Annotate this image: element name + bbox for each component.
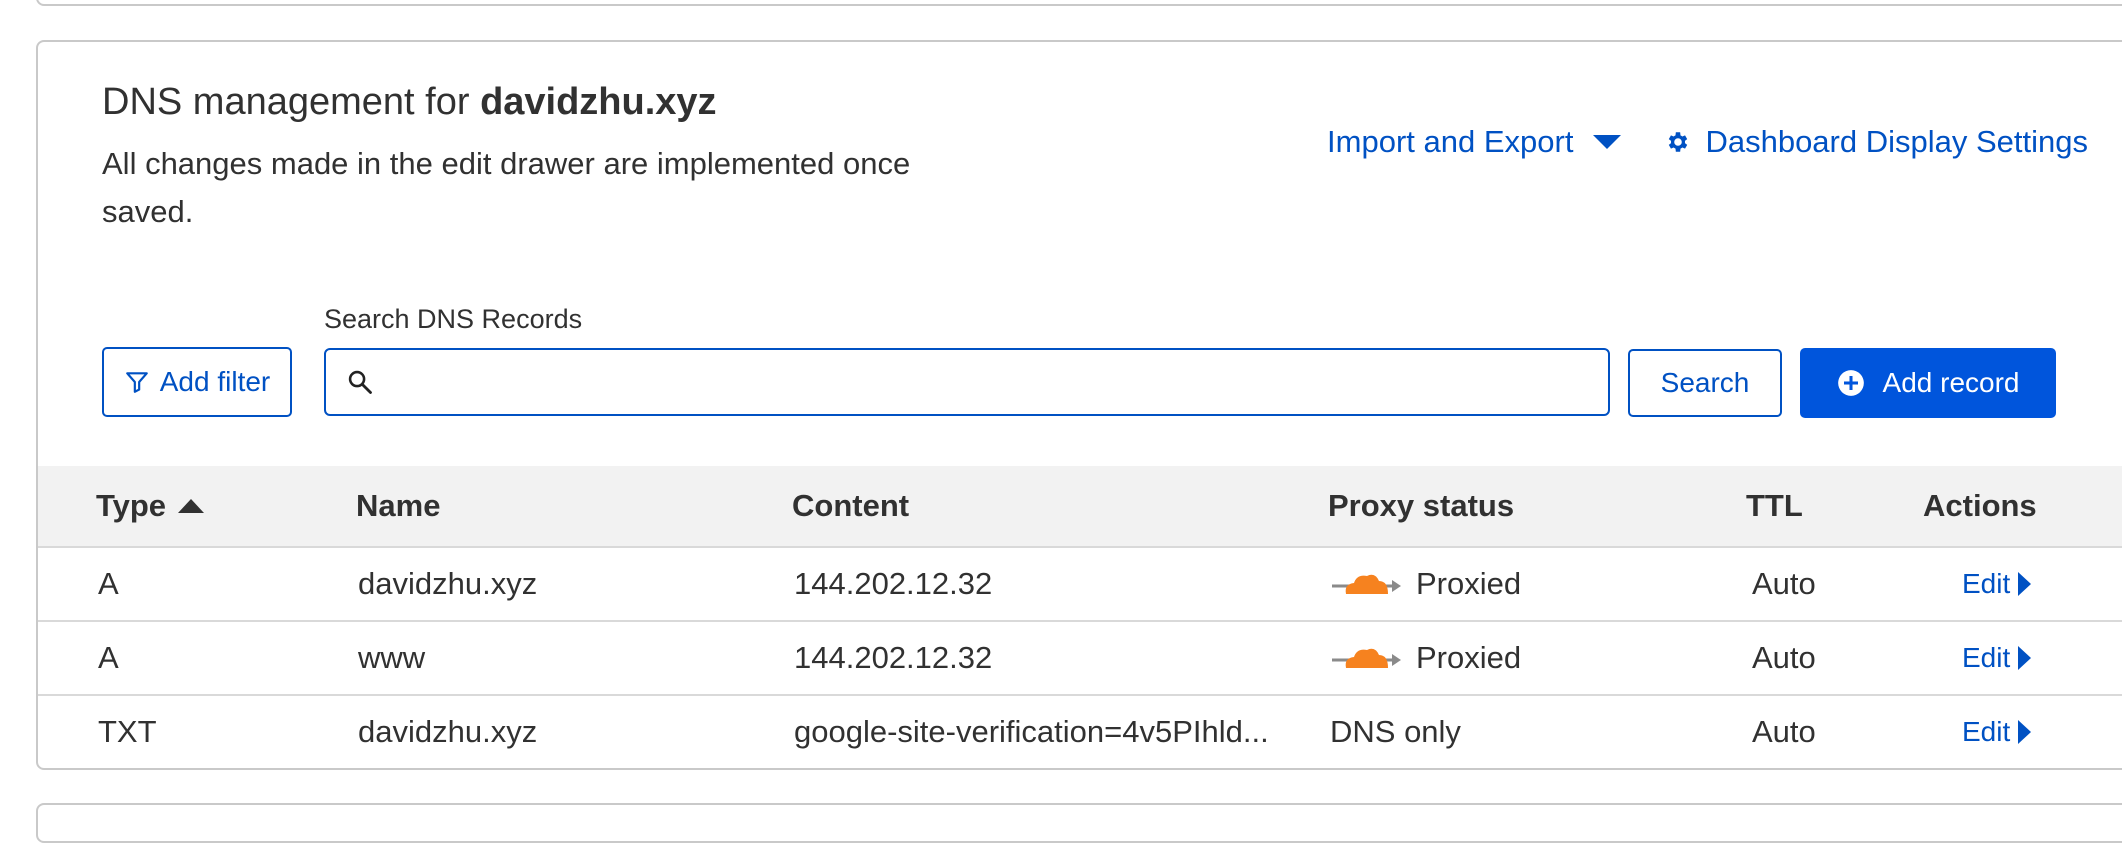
search-label: Search DNS Records — [324, 304, 583, 334]
sort-ascending-icon — [178, 499, 205, 513]
record-proxy-status: Proxied — [1330, 548, 1521, 620]
edit-record-button[interactable]: Edit — [1962, 548, 2032, 620]
table-row: TXT davidzhu.xyz google-site-verificatio… — [38, 696, 2122, 768]
edit-record-button[interactable]: Edit — [1962, 696, 2032, 768]
record-type: A — [98, 566, 119, 601]
page-subtitle: All changes made in the edit drawer are … — [102, 146, 911, 229]
funnel-icon — [125, 372, 148, 393]
record-ttl: Auto — [1752, 640, 1816, 675]
dns-records-table: Type Name Content Proxy status TTL Actio… — [38, 466, 2122, 768]
add-filter-button[interactable]: Add filter — [102, 347, 292, 417]
caret-down-icon — [1593, 135, 1622, 149]
gear-icon — [1669, 132, 1688, 152]
search-button[interactable]: Search — [1628, 349, 1782, 417]
table-row: A www 144.202.12.32 Proxied Auto Edit — [38, 622, 2122, 696]
table-header: Type Name Content Proxy status TTL Actio… — [38, 466, 2122, 548]
previous-card — [36, 0, 2122, 6]
search-input[interactable] — [388, 350, 1608, 414]
chevron-right-icon — [2018, 646, 2032, 670]
table-row: A davidzhu.xyz 144.202.12.32 Proxied Aut… — [38, 548, 2122, 622]
record-proxy-status: DNS only — [1330, 714, 1461, 749]
record-content: google-site-verification=4v5PIhld... — [794, 714, 1269, 749]
header-actions: Import and Export Dashboard Display Sett… — [1327, 124, 2088, 160]
record-ttl: Auto — [1752, 714, 1816, 749]
record-content: 144.202.12.32 — [794, 566, 993, 601]
column-header-actions: Actions — [1923, 488, 2037, 523]
edit-record-button[interactable]: Edit — [1962, 622, 2032, 694]
record-content: 144.202.12.32 — [794, 640, 993, 675]
orange-cloud-icon — [1332, 574, 1401, 594]
record-type: A — [98, 640, 119, 675]
add-record-button[interactable]: Add record — [1800, 348, 2056, 418]
column-header-proxy-status[interactable]: Proxy status — [1328, 488, 1514, 524]
record-type: TXT — [98, 714, 157, 749]
orange-cloud-icon — [1332, 648, 1401, 668]
column-header-type[interactable]: Type — [96, 488, 205, 524]
dns-management-card: DNS management for davidzhu.xyz All chan… — [36, 40, 2122, 770]
record-name: www — [358, 640, 426, 675]
record-proxy-status: Proxied — [1330, 622, 1521, 694]
record-name: davidzhu.xyz — [358, 714, 538, 749]
chevron-right-icon — [2018, 572, 2032, 596]
column-header-ttl[interactable]: TTL — [1746, 488, 1803, 524]
import-export-link[interactable]: Import and Export — [1327, 124, 1622, 160]
plus-circle-icon — [1837, 370, 1864, 396]
column-header-content[interactable]: Content — [792, 488, 909, 524]
page-title: DNS management for davidzhu.xyz — [102, 81, 717, 123]
search-field[interactable] — [324, 348, 1610, 416]
chevron-right-icon — [2018, 720, 2032, 744]
domain-name: davidzhu.xyz — [480, 81, 717, 123]
dashboard-display-settings-link[interactable]: Dashboard Display Settings — [1665, 124, 2088, 160]
record-name: davidzhu.xyz — [358, 566, 538, 601]
next-card — [36, 803, 2122, 843]
column-header-name[interactable]: Name — [356, 488, 440, 524]
record-ttl: Auto — [1752, 566, 1816, 601]
search-icon — [348, 370, 372, 394]
